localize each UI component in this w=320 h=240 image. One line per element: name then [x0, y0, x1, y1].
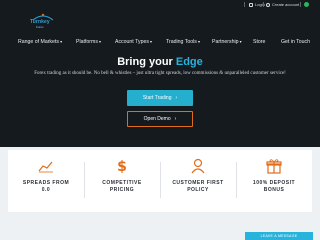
open-demo-button[interactable]: Open Demo ›: [127, 111, 193, 127]
nav-item-account-types[interactable]: Account Types: [115, 39, 152, 45]
feature-label-line1: 100% DEPOSIT: [252, 180, 296, 186]
leave-message-button[interactable]: LEAVE A MESSAGE: [245, 232, 313, 240]
divider: [244, 2, 245, 7]
divider: [300, 2, 301, 7]
nav-item-trading-tools[interactable]: Trading Tools: [166, 39, 200, 45]
create-account-link[interactable]: Create account: [266, 2, 299, 7]
feature-pricing: $ COMPETITIVE PRICING: [84, 158, 160, 193]
feature-customer-first: CUSTOMER FIRST POLICY: [160, 158, 236, 193]
create-account-label: Create account: [272, 2, 300, 7]
whatsapp-icon[interactable]: [304, 2, 309, 7]
gift-icon: [236, 158, 312, 174]
logo-tagline: Forex: [36, 25, 44, 29]
hero-section: Login Create account Turnkey Forex Range…: [0, 0, 320, 147]
nav-item-store[interactable]: Store: [253, 39, 265, 45]
hero-subtitle: Forex trading as it should be. No bell &…: [34, 71, 286, 76]
nav-item-partnership[interactable]: Partnership: [212, 39, 242, 45]
feature-spreads: SPREADS FROM 0.0: [8, 158, 84, 193]
start-trading-button[interactable]: Start Trading ›: [127, 90, 193, 106]
feature-label-line1: CUSTOMER FIRST: [172, 180, 224, 186]
feature-label-line1: SPREADS FROM: [22, 180, 70, 186]
arrow-right-icon: ›: [175, 95, 178, 101]
start-trading-label: Start Trading: [142, 95, 172, 101]
dollar-icon: $: [84, 158, 160, 174]
arrow-right-icon: ›: [174, 116, 177, 122]
feature-label-line2: POLICY: [187, 186, 209, 193]
feature-deposit-bonus: 100% DEPOSIT BONUS: [236, 158, 312, 193]
hero-title: Bring your Edge: [0, 56, 320, 68]
chart-icon: [8, 158, 84, 174]
feature-label-line2: 0.0: [41, 186, 51, 193]
user-icon: [266, 2, 270, 7]
feature-label-line2: BONUS: [263, 186, 285, 193]
divider: [263, 2, 264, 7]
logo[interactable]: Turnkey Forex: [27, 12, 59, 34]
open-demo-label: Open Demo: [143, 116, 171, 122]
lock-icon: [249, 2, 253, 7]
top-utility-bar: Login Create account: [0, 0, 320, 9]
feature-label-line1: COMPETITIVE: [102, 180, 142, 186]
nav-item-platforms[interactable]: Platforms: [76, 39, 101, 45]
features-card: SPREADS FROM 0.0 $ COMPETITIVE PRICING CUS…: [8, 150, 312, 212]
nav-item-range-of-markets[interactable]: Range of Markets: [18, 39, 62, 45]
svg-text:$: $: [117, 159, 127, 174]
hero-title-main: Bring your: [117, 56, 176, 68]
features-section: SPREADS FROM 0.0 $ COMPETITIVE PRICING CUS…: [0, 147, 320, 240]
hero-title-highlight: Edge: [175, 56, 203, 68]
feature-label-line2: PRICING: [109, 186, 135, 193]
user-icon: [160, 158, 236, 174]
main-nav: Range of Markets Platforms Account Types…: [0, 38, 320, 48]
nav-item-get-in-touch[interactable]: Get in Touch: [281, 39, 310, 45]
